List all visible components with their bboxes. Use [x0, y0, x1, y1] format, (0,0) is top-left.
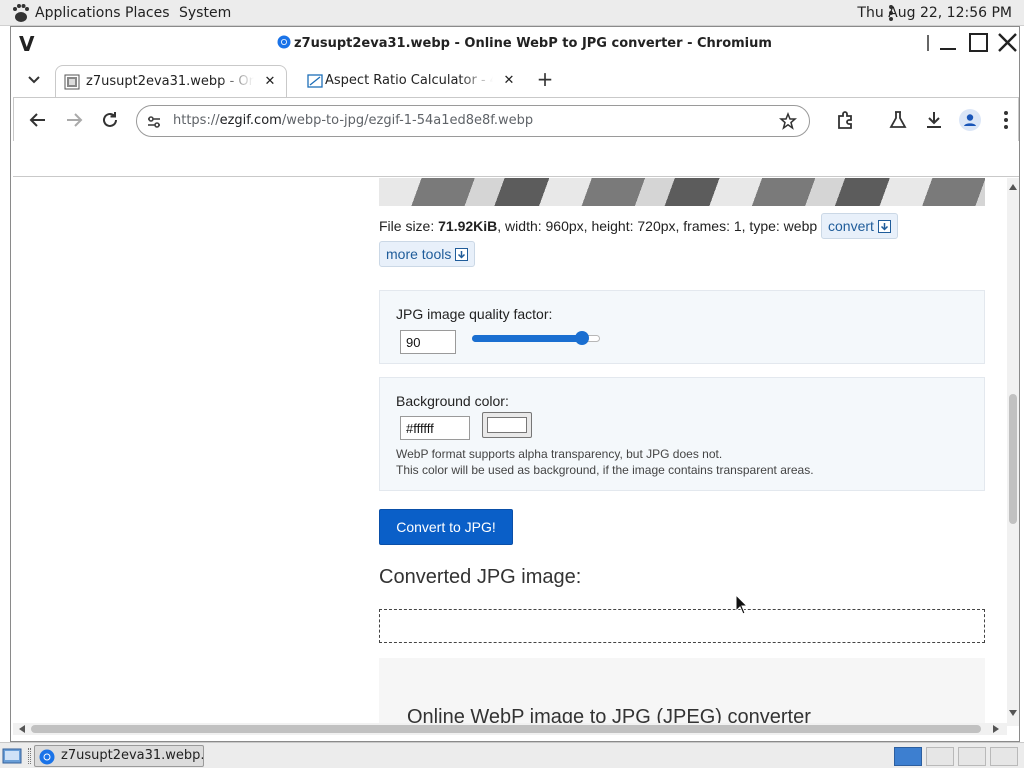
reload-icon[interactable]: [98, 108, 122, 132]
more-tools-label: more tools: [386, 246, 452, 262]
vivaldi-logo-icon: V: [19, 32, 35, 56]
quality-panel: JPG image quality factor:: [379, 290, 985, 364]
vertical-scroll-thumb[interactable]: [1009, 394, 1017, 524]
slider-thumb[interactable]: [575, 331, 590, 345]
tab-ezgif[interactable]: z7usupt2eva31.webp - Online WebP to JPG …: [55, 65, 287, 97]
background-note: This color will be used as background, i…: [396, 463, 814, 477]
horizontal-scroll-thumb[interactable]: [31, 725, 981, 733]
quality-label: JPG image quality factor:: [396, 306, 553, 322]
converted-heading: Converted JPG image:: [379, 566, 582, 588]
scroll-up-icon[interactable]: [1009, 184, 1017, 190]
color-picker-button[interactable]: [482, 412, 532, 438]
taskbar: z7usupt2eva31.webp...: [0, 742, 1024, 768]
mouse-cursor-icon: [735, 594, 749, 615]
background-color-panel: Background color: WebP format supports a…: [379, 377, 985, 491]
slider-fill: [472, 335, 583, 342]
workspace-3[interactable]: [958, 747, 986, 766]
scroll-left-icon[interactable]: [19, 725, 25, 733]
taskbar-item-label: z7usupt2eva31.webp...: [61, 748, 204, 763]
download-arrow-icon: [877, 220, 891, 233]
workspace-4[interactable]: [990, 747, 1018, 766]
url-scheme: https://: [173, 113, 220, 128]
menu-system[interactable]: System: [179, 5, 231, 21]
background-color-input[interactable]: [400, 416, 470, 440]
convert-menu-label: convert: [828, 218, 874, 234]
tab-strip: z7usupt2eva31.webp - Online WebP to JPG …: [11, 59, 1019, 97]
page-viewport: File size: 71.92KiB, width: 960px, heigh…: [13, 178, 1007, 726]
output-area: [379, 609, 985, 643]
gnome-foot-icon[interactable]: [10, 2, 32, 24]
download-icon[interactable]: [922, 108, 946, 132]
file-info: File size: 71.92KiB, width: 960px, heigh…: [379, 218, 817, 234]
url-host: ezgif.com: [219, 113, 282, 128]
close-icon[interactable]: [995, 31, 1021, 55]
labs-icon[interactable]: [886, 108, 910, 132]
menu-places[interactable]: Places: [125, 5, 170, 21]
window-title: z7usupt2eva31.webp - Online WebP to JPG …: [277, 35, 772, 51]
workspace-2[interactable]: [926, 747, 954, 766]
chromium-icon: [39, 749, 55, 765]
tab-search-chevron-icon[interactable]: [23, 68, 45, 90]
taskbar-separator: [28, 748, 31, 764]
ezgif-favicon-icon: [64, 74, 80, 90]
minimize-icon[interactable]: [936, 31, 962, 55]
chromium-icon: [277, 35, 291, 49]
horizontal-scrollbar[interactable]: [13, 723, 1007, 735]
convert-to-jpg-button[interactable]: Convert to JPG!: [379, 509, 513, 545]
convert-menu-button[interactable]: convert: [821, 213, 898, 239]
star-icon[interactable]: [779, 112, 797, 130]
background-color-label: Background color:: [396, 393, 509, 409]
site-settings-icon[interactable]: [145, 113, 163, 131]
back-icon[interactable]: [26, 108, 50, 132]
tab-aspect-ratio[interactable]: Aspect Ratio Calculator - 4:3 ✕: [293, 65, 521, 97]
menu-applications[interactable]: Applications: [35, 5, 121, 21]
file-info-prefix: File size:: [379, 218, 439, 234]
tab-label: z7usupt2eva31.webp - Online WebP to JPG …: [86, 74, 254, 89]
file-size: 71.92KiB: [438, 218, 498, 234]
top-panel: Applications Places System Thu Aug 22, 1…: [0, 0, 1024, 26]
show-desktop-icon[interactable]: [2, 747, 22, 765]
address-bar[interactable]: https://ezgif.com/webp-to-jpg/ezgif-1-54…: [136, 105, 810, 137]
bookmarks-bar: [13, 141, 1019, 177]
maximize-icon[interactable]: [966, 31, 992, 55]
forward-icon[interactable]: [62, 108, 86, 132]
quality-slider[interactable]: [472, 331, 600, 345]
scroll-down-icon[interactable]: [1009, 710, 1017, 716]
tab-close-icon[interactable]: ✕: [501, 73, 517, 88]
scroll-right-icon[interactable]: [993, 725, 999, 733]
vertical-scrollbar[interactable]: [1007, 178, 1019, 726]
taskbar-window-item[interactable]: z7usupt2eva31.webp...: [34, 745, 204, 767]
window-title-text: z7usupt2eva31.webp - Online WebP to JPG …: [294, 36, 772, 51]
file-info-details: , width: 960px, height: 720px, frames: 1…: [497, 218, 818, 234]
extensions-icon[interactable]: [834, 108, 858, 132]
titlebar[interactable]: V z7usupt2eva31.webp - Online WebP to JP…: [11, 27, 1019, 59]
aspect-ratio-favicon-icon: [307, 74, 323, 88]
workspace-1[interactable]: [894, 747, 922, 766]
tab-label: Aspect Ratio Calculator - 4:3: [325, 73, 493, 88]
tab-close-icon[interactable]: ✕: [262, 74, 278, 89]
new-tab-button[interactable]: +: [535, 67, 555, 91]
url-text[interactable]: https://ezgif.com/webp-to-jpg/ezgif-1-54…: [173, 113, 533, 128]
more-tools-button[interactable]: more tools: [379, 241, 476, 267]
kebab-menu-icon[interactable]: [994, 108, 1018, 132]
download-arrow-icon: [455, 248, 469, 261]
transparency-note: WebP format supports alpha transparency,…: [396, 447, 723, 461]
source-image-preview: [379, 178, 985, 206]
toolbar: https://ezgif.com/webp-to-jpg/ezgif-1-54…: [13, 97, 1019, 141]
browser-window: V z7usupt2eva31.webp - Online WebP to JP…: [10, 26, 1020, 742]
profile-icon[interactable]: [958, 108, 982, 132]
color-swatch: [487, 417, 527, 433]
panel-clock[interactable]: Thu Aug 22, 12:56 PM: [857, 5, 1012, 21]
info-section: Online WebP image to JPG (JPEG) converte…: [379, 658, 985, 726]
url-path: /webp-to-jpg/ezgif-1-54a1ed8e8f.webp: [281, 113, 534, 128]
quality-input[interactable]: [400, 330, 456, 354]
